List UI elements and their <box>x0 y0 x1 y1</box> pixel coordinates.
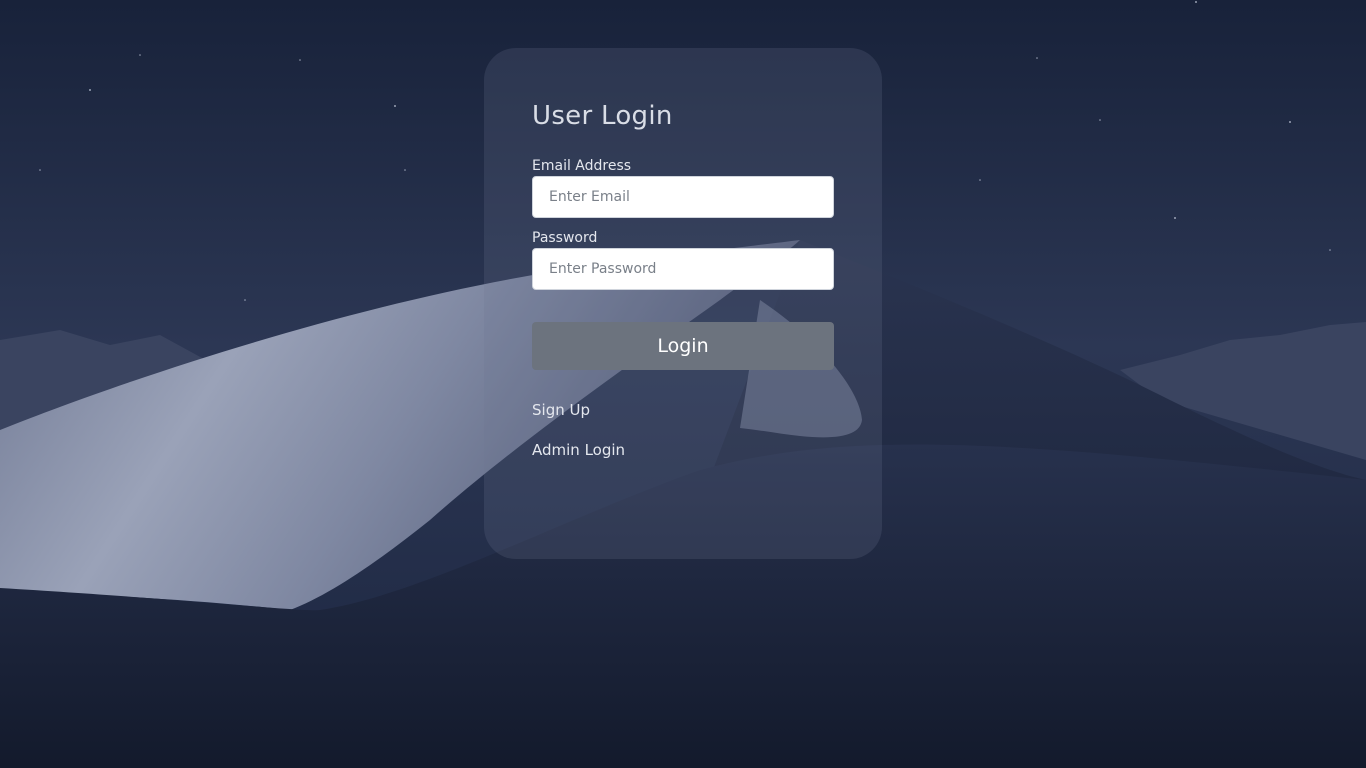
login-page: User Login Email Address Password Login … <box>0 0 1366 768</box>
login-title: User Login <box>532 101 673 131</box>
sign-up-link[interactable]: Sign Up <box>532 400 834 420</box>
login-button[interactable]: Login <box>532 322 834 370</box>
password-field[interactable] <box>532 248 834 290</box>
login-card: User Login Email Address Password Login … <box>484 48 882 559</box>
admin-login-link[interactable]: Admin Login <box>532 440 834 460</box>
email-field[interactable] <box>532 176 834 218</box>
password-label: Password <box>532 230 598 246</box>
email-label: Email Address <box>532 158 632 174</box>
